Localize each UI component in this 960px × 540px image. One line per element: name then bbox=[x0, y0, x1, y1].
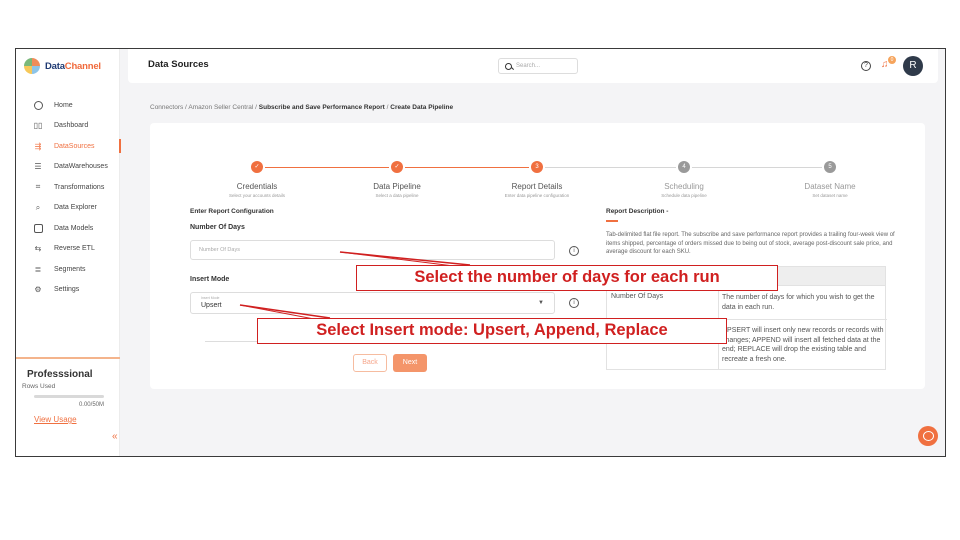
sidebar-item-label: Transformations bbox=[54, 183, 105, 191]
logo[interactable]: DataChannel bbox=[24, 58, 101, 74]
step-label: Credentials bbox=[236, 182, 278, 191]
insert-mode-label: Insert Mode bbox=[190, 276, 230, 283]
step-connector bbox=[405, 167, 529, 168]
breadcrumb: Connectors / Amazon Seller Central / Sub… bbox=[150, 104, 454, 111]
help-icon[interactable]: ? bbox=[861, 61, 871, 71]
sidebar-item-datasources[interactable]: ⇶ DataSources bbox=[16, 136, 121, 157]
step-label: Scheduling bbox=[664, 182, 704, 191]
page-title: Data Sources bbox=[148, 59, 209, 70]
sidebar-item-label: DataSources bbox=[54, 142, 95, 150]
datasources-icon: ⇶ bbox=[34, 141, 42, 151]
sidebar-item-label: DataWarehouses bbox=[54, 163, 108, 171]
notification-badge: 0 bbox=[888, 56, 896, 64]
top-bar: Data Sources Search... ? ♫ 0 R bbox=[128, 49, 938, 83]
days-label: Number Of Days bbox=[190, 224, 245, 231]
report-description-text: Tab-delimited flat file report. The subs… bbox=[606, 232, 895, 255]
step-check-icon: ✓ bbox=[391, 161, 403, 173]
sidebar-item-label: Data Models bbox=[54, 224, 94, 232]
view-usage-link[interactable]: View Usage bbox=[34, 415, 77, 424]
breadcrumb-connectors[interactable]: Connectors bbox=[150, 104, 183, 111]
breadcrumb-current: Create Data Pipeline bbox=[390, 104, 454, 111]
step-number: 4 bbox=[678, 161, 690, 173]
form-heading: Enter Report Configuration bbox=[190, 208, 274, 215]
search-icon bbox=[505, 62, 512, 70]
step-number: 3 bbox=[531, 161, 543, 173]
param-desc: The number of days for which you wish to… bbox=[722, 294, 875, 311]
days-placeholder: Number Of Days bbox=[199, 247, 240, 253]
insert-mode-select[interactable]: Insert Mode Upsert ▼ bbox=[190, 292, 555, 314]
collapse-sidebar-icon[interactable]: « bbox=[112, 431, 118, 442]
sidebar-item-data-models[interactable]: Data Models bbox=[16, 218, 120, 239]
breadcrumb-report[interactable]: Subscribe and Save Performance Report bbox=[259, 104, 385, 111]
segments-icon: ≣ bbox=[34, 264, 42, 274]
insert-callout: Select Insert mode: Upsert, Append, Repl… bbox=[257, 318, 727, 344]
step-sublabel: Set dataset name bbox=[812, 193, 848, 198]
sidebar: DataChannel Home ▯▯ Dashboard ⇶ DataSour… bbox=[16, 49, 121, 456]
reverse-etl-icon: ⇆ bbox=[34, 244, 42, 254]
sidebar-item-label: Home bbox=[54, 101, 73, 109]
table-row: Number Of Days The number of days for wh… bbox=[607, 286, 887, 320]
insert-mode-mini-label: Insert Mode bbox=[201, 296, 220, 300]
step-number: 5 bbox=[824, 161, 836, 173]
sidebar-item-dashboard[interactable]: ▯▯ Dashboard bbox=[16, 116, 120, 137]
step-connector bbox=[692, 167, 822, 168]
logo-icon bbox=[24, 58, 40, 74]
days-info-icon[interactable]: i bbox=[569, 246, 579, 256]
sidebar-item-segments[interactable]: ≣ Segments bbox=[16, 259, 120, 280]
step-connector bbox=[545, 167, 676, 168]
rows-used-label: Rows Used bbox=[22, 383, 56, 390]
sidebar-item-label: Reverse ETL bbox=[54, 245, 95, 253]
back-button[interactable]: Back bbox=[353, 354, 387, 372]
plan-title: Professsional bbox=[27, 369, 93, 380]
title-accent bbox=[606, 220, 618, 222]
report-description-title: Report Description - bbox=[606, 208, 669, 215]
days-input[interactable]: Number Of Days bbox=[190, 240, 555, 260]
insert-mode-info-icon[interactable]: i bbox=[569, 298, 579, 308]
sidebar-item-home[interactable]: Home bbox=[16, 95, 120, 116]
sidebar-item-datawarehouses[interactable]: ☰ DataWarehouses bbox=[16, 157, 120, 178]
sidebar-nav: Home ▯▯ Dashboard ⇶ DataSources ☰ DataWa… bbox=[16, 95, 121, 301]
step-sublabel: Schedule data pipeline bbox=[661, 193, 707, 198]
logo-text: DataChannel bbox=[45, 60, 101, 72]
chevron-down-icon: ▼ bbox=[538, 300, 544, 306]
dashboard-icon: ▯▯ bbox=[33, 121, 43, 131]
sidebar-item-transformations[interactable]: ⌗ Transformations bbox=[16, 177, 120, 198]
days-callout: Select the number of days for each run bbox=[356, 265, 778, 291]
models-icon bbox=[33, 223, 43, 233]
sidebar-item-label: Segments bbox=[54, 265, 86, 273]
step-label: Report Details bbox=[511, 182, 563, 191]
sidebar-item-data-explorer[interactable]: ⌕ Data Explorer bbox=[16, 198, 120, 219]
sidebar-item-label: Data Explorer bbox=[54, 204, 97, 212]
plan-card: Professsional Rows Used 0.00/50M View Us… bbox=[16, 357, 120, 427]
param-name: Number Of Days bbox=[611, 293, 664, 300]
settings-icon: ⚙ bbox=[34, 285, 42, 295]
home-icon bbox=[33, 100, 43, 110]
database-icon: ☰ bbox=[34, 162, 42, 172]
sidebar-item-label: Settings bbox=[54, 286, 80, 294]
step-check-icon: ✓ bbox=[251, 161, 263, 173]
search-input[interactable]: Search... bbox=[498, 58, 578, 74]
sidebar-item-label: Dashboard bbox=[54, 122, 89, 130]
step-connector bbox=[265, 167, 389, 168]
breadcrumb-amazon[interactable]: Amazon Seller Central bbox=[188, 104, 253, 111]
explorer-icon: ⌕ bbox=[35, 202, 41, 212]
step-sublabel: Enter data pipeline configuration bbox=[504, 193, 570, 198]
insert-mode-value: Upsert bbox=[201, 302, 222, 309]
search-placeholder: Search... bbox=[516, 63, 541, 69]
step-label: Data Pipeline bbox=[373, 182, 421, 191]
param-desc: UPSERT will insert only new records or r… bbox=[722, 327, 884, 363]
step-sublabel: Select your accounts details bbox=[228, 193, 286, 198]
step-sublabel: Select a data pipeline bbox=[375, 193, 419, 198]
chat-icon[interactable] bbox=[918, 426, 938, 446]
sidebar-item-settings[interactable]: ⚙ Settings bbox=[16, 280, 120, 301]
next-button[interactable]: Next bbox=[393, 354, 427, 372]
stepper: ✓ Credentials Select your accounts details… bbox=[150, 141, 925, 198]
transform-icon: ⌗ bbox=[35, 182, 41, 192]
sidebar-item-reverse-etl[interactable]: ⇆ Reverse ETL bbox=[16, 239, 120, 260]
step-label: Dataset Name bbox=[804, 182, 856, 191]
rows-used-count: 0.00/50M bbox=[78, 402, 104, 408]
avatar[interactable]: R bbox=[903, 56, 923, 76]
rows-used-bar bbox=[34, 395, 104, 398]
